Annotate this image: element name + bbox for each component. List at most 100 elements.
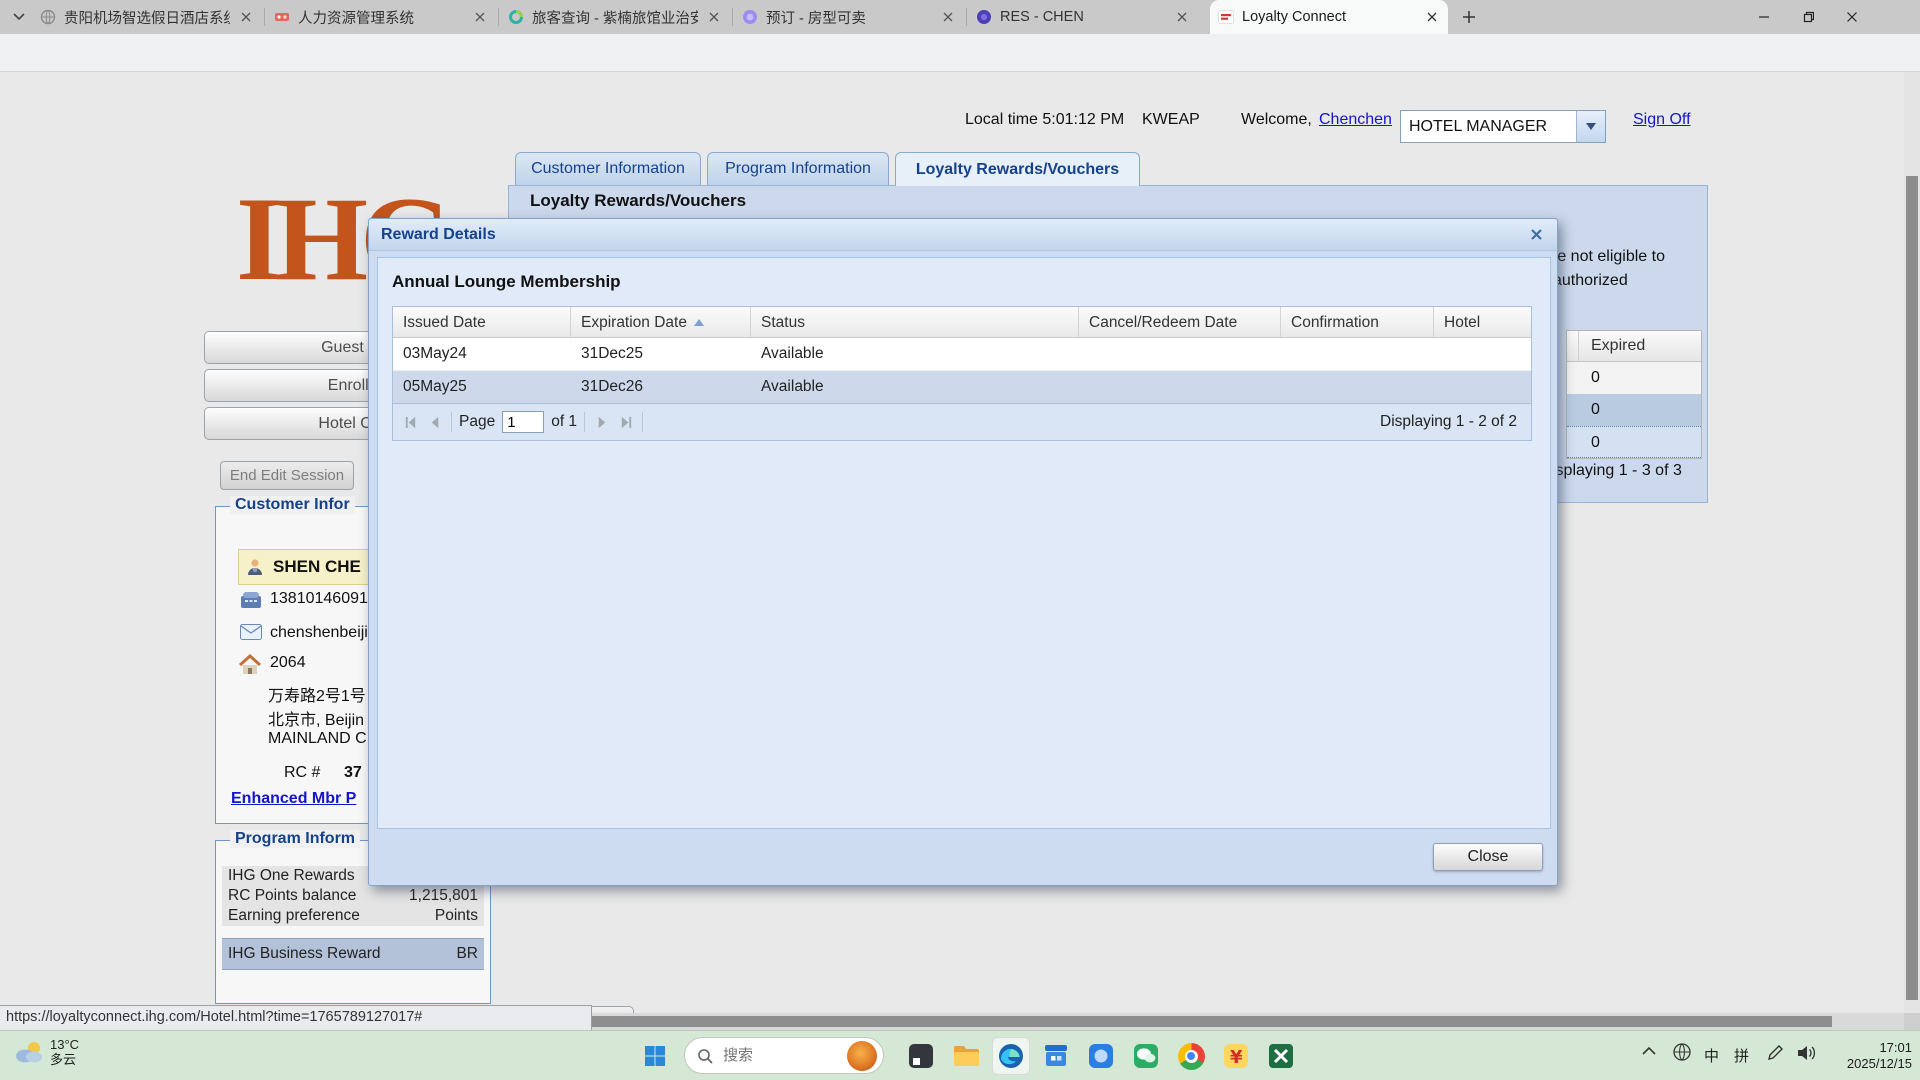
end-edit-session-button[interactable]: End Edit Session	[220, 461, 354, 490]
hotel-code-label: KWEAP	[1142, 111, 1200, 129]
modal-titlebar: Reward Details	[369, 219, 1557, 251]
window-close-button[interactable]	[1830, 0, 1874, 34]
modal-close-button[interactable]: Close	[1433, 843, 1543, 871]
start-button[interactable]	[636, 1037, 674, 1075]
previous-page-icon[interactable]	[426, 413, 444, 431]
vertical-scrollbar-thumb[interactable]	[1906, 176, 1918, 1000]
role-select[interactable]: HOTEL MANAGER	[1400, 110, 1606, 143]
microsoft-store-icon[interactable]	[1037, 1037, 1075, 1075]
reward-row[interactable]: 05May25 31Dec26 Available	[393, 371, 1531, 403]
tray-chevron-up-icon[interactable]	[1642, 1046, 1656, 1056]
finance-yuan-icon[interactable]: ¥	[1217, 1037, 1255, 1075]
chevron-down-icon[interactable]	[1576, 111, 1605, 142]
search-highlight-image[interactable]	[847, 1041, 877, 1071]
last-page-icon[interactable]	[617, 413, 635, 431]
column-status[interactable]: Status	[751, 307, 1079, 337]
clock-time: 17:01	[1879, 1040, 1912, 1055]
tab-divider	[966, 8, 967, 26]
tab-close-icon[interactable]	[940, 9, 956, 25]
edge-browser-icon[interactable]	[992, 1037, 1030, 1075]
network-icon[interactable]	[1672, 1042, 1692, 1062]
column-confirmation[interactable]: Confirmation	[1281, 307, 1434, 337]
indigo-favicon-icon	[976, 9, 992, 25]
tab-title: 预订 - 房型可卖	[766, 7, 932, 28]
weather-temp: 13°C	[50, 1037, 79, 1052]
window-minimize-button[interactable]	[1742, 0, 1786, 34]
browser-tab[interactable]: 人力资源管理系统	[266, 0, 496, 34]
column-hotel[interactable]: Hotel	[1434, 307, 1531, 337]
vertical-scrollbar[interactable]	[1904, 72, 1920, 1013]
page-number-input[interactable]	[502, 411, 544, 433]
taskbar-search[interactable]	[684, 1037, 884, 1074]
column-expiration-date[interactable]: Expiration Date	[571, 307, 751, 337]
speaker-icon[interactable]	[1796, 1044, 1816, 1062]
rc-number-value: 37	[344, 764, 362, 782]
search-input[interactable]	[721, 1046, 839, 1065]
reward-row[interactable]: 03May24 31Dec25 Available	[393, 338, 1531, 371]
grid-header: Issued Date Expiration Date Status Cance…	[393, 307, 1531, 338]
program-information-legend: Program Inform	[230, 830, 360, 848]
taskbar-app-dark[interactable]	[902, 1037, 940, 1075]
taskbar: 13°C多云	[0, 1030, 1920, 1080]
customer-address-line: 万寿路2号1号	[268, 682, 366, 706]
wechat-icon[interactable]	[1127, 1037, 1165, 1075]
tab-customer-information[interactable]: Customer Information	[515, 152, 701, 185]
globe-favicon-icon	[40, 9, 56, 25]
browser-tab[interactable]: 贵阳机场智选假日酒店系统网址导	[32, 0, 262, 34]
tab-close-icon[interactable]	[1174, 9, 1190, 25]
sign-off-link[interactable]: Sign Off	[1633, 111, 1691, 129]
expired-column-header[interactable]: Expired	[1579, 331, 1701, 361]
pen-icon[interactable]	[1766, 1044, 1784, 1062]
ime-mode-indicator[interactable]: 拼	[1734, 1045, 1749, 1066]
next-page-icon[interactable]	[592, 413, 610, 431]
ime-language-indicator[interactable]: 中	[1704, 1045, 1719, 1066]
customer-address-line: 北京市, Beijin	[268, 706, 364, 730]
tab-close-icon[interactable]	[472, 9, 488, 25]
window-maximize-button[interactable]	[1786, 0, 1830, 34]
web-page: Local time 5:01:12 PM KWEAP Welcome, Che…	[0, 72, 1920, 1030]
weather-widget[interactable]: 13°C多云	[12, 1037, 79, 1067]
tab-close-icon[interactable]	[238, 9, 254, 25]
customer-name: SHEN CHE	[273, 557, 361, 577]
reward-section-title: Annual Lounge Membership	[392, 272, 621, 292]
file-explorer-icon[interactable]	[947, 1037, 985, 1075]
reward-details-modal: Reward Details Annual Lounge Membership …	[368, 218, 1558, 886]
tab-divider	[498, 8, 499, 26]
excel-icon[interactable]	[1262, 1037, 1300, 1075]
sort-asc-icon	[694, 319, 704, 326]
tab-title: 旅客查询 - 紫楠旅馆业治安信息管	[532, 7, 698, 28]
vouchers-summary-grid: Expired 0 0 0	[1566, 330, 1702, 459]
summary-row[interactable]: 0	[1567, 394, 1701, 426]
tab-program-information[interactable]: Program Information	[707, 152, 889, 185]
modal-close-icon[interactable]	[1527, 226, 1545, 244]
tab-search-chevron-icon[interactable]	[8, 7, 30, 27]
column-issued-date[interactable]: Issued Date	[393, 307, 571, 337]
tab-close-icon[interactable]	[706, 9, 722, 25]
page-of-label: of 1	[551, 413, 577, 431]
displaying-label: Displaying 1 - 2 of 2	[1380, 413, 1523, 431]
tab-loyalty-rewards[interactable]: Loyalty Rewards/Vouchers	[895, 152, 1140, 186]
summary-row[interactable]: 0	[1567, 362, 1701, 394]
purple-favicon-icon	[742, 9, 758, 25]
modal-body: Annual Lounge Membership Issued Date Exp…	[377, 257, 1551, 829]
browser-tab[interactable]: 预订 - 房型可卖	[734, 0, 964, 34]
tab-title: RES - CHEN	[1000, 9, 1166, 25]
enhanced-member-profile-link[interactable]: Enhanced Mbr P	[231, 790, 356, 808]
browser-tab-active[interactable]: Loyalty Connect	[1210, 0, 1448, 34]
svg-text:¥: ¥	[1230, 1047, 1243, 1068]
taskbar-app-blue[interactable]	[1082, 1037, 1120, 1075]
person-icon	[245, 557, 265, 577]
browser-tab[interactable]: 旅客查询 - 紫楠旅馆业治安信息管	[500, 0, 730, 34]
column-cancel-redeem-date[interactable]: Cancel/Redeem Date	[1079, 307, 1281, 337]
taskbar-clock[interactable]: 17:01 2025/12/15	[1832, 1040, 1912, 1072]
summary-row[interactable]: 0	[1567, 426, 1701, 458]
browser-toolbar: https://loyaltyconnect.ihg.com/Hotel.htm…	[0, 34, 1920, 72]
new-tab-icon[interactable]	[1458, 7, 1480, 27]
weather-desc: 多云	[50, 1052, 76, 1067]
browser-tab[interactable]: RES - CHEN	[968, 0, 1198, 34]
tab-close-icon[interactable]	[1424, 9, 1440, 25]
first-page-icon[interactable]	[401, 413, 419, 431]
chrome-icon[interactable]	[1172, 1037, 1210, 1075]
username-link[interactable]: Chenchen	[1319, 111, 1392, 129]
customer-email: chenshenbeiji	[270, 624, 368, 642]
